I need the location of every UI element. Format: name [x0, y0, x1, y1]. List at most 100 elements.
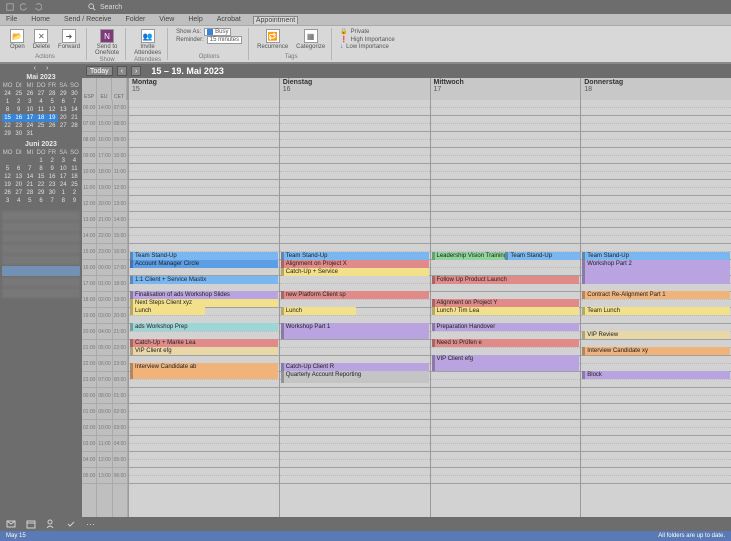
mc-day[interactable]: [47, 130, 58, 138]
mc-day[interactable]: 29: [58, 90, 69, 98]
mc-day[interactable]: 19: [47, 114, 58, 122]
day-col-tue[interactable]: Team Stand-UpAlignment on Project XCatch…: [279, 100, 430, 517]
calendar-folder[interactable]: [2, 277, 80, 287]
mini-calendar-may[interactable]: Mai 2023 MODIMIDOFRSASO24252627282930123…: [0, 72, 82, 139]
today-button[interactable]: Today: [86, 66, 113, 76]
calendar-folder-selected[interactable]: [2, 266, 80, 276]
categorize-button[interactable]: ▦Categorize: [294, 28, 327, 51]
mc-day[interactable]: 7: [24, 165, 35, 173]
mc-day[interactable]: 16: [47, 173, 58, 181]
open-button[interactable]: 📂Open: [8, 28, 27, 51]
mc-day[interactable]: 17: [58, 173, 69, 181]
forward-button[interactable]: ➜Forward: [56, 28, 82, 51]
mc-day[interactable]: 31: [24, 130, 35, 138]
mc-day[interactable]: 22: [35, 181, 46, 189]
people-icon[interactable]: [46, 519, 56, 529]
mc-day[interactable]: 24: [58, 181, 69, 189]
calendar-event[interactable]: Preparation Handover: [432, 323, 580, 331]
mc-day[interactable]: 30: [47, 189, 58, 197]
calendar-event[interactable]: Interview Candidate xy: [582, 347, 730, 355]
mc-day[interactable]: 25: [35, 122, 46, 130]
calendar-event[interactable]: Interview Candidate ab: [130, 363, 278, 379]
mc-day[interactable]: 21: [24, 181, 35, 189]
calendar-folder[interactable]: [2, 255, 80, 265]
mc-day[interactable]: 5: [2, 165, 13, 173]
mc-day[interactable]: 27: [35, 90, 46, 98]
calendar-icon[interactable]: [26, 519, 36, 529]
mc-day[interactable]: 25: [69, 181, 80, 189]
mc-day[interactable]: 2: [69, 189, 80, 197]
calendar-event[interactable]: Contract Re-Alignment Part 1: [582, 291, 730, 299]
mini-calendar-june[interactable]: Juni 2023 MODIMIDOFRSASO1234567891011121…: [0, 139, 82, 206]
day-col-wed[interactable]: Leadership Vision TrainingTeam Stand-UpF…: [430, 100, 581, 517]
mc-day[interactable]: 9: [69, 197, 80, 205]
mc-day[interactable]: 16: [13, 114, 24, 122]
mc-day[interactable]: 9: [47, 165, 58, 173]
mc-day[interactable]: 28: [69, 122, 80, 130]
calendar-event[interactable]: Account Manager Circle: [130, 260, 278, 268]
calendar-event[interactable]: Team Stand-Up: [505, 252, 580, 260]
calendar-folder[interactable]: [2, 222, 80, 232]
mc-day[interactable]: 5: [47, 98, 58, 106]
mc-day[interactable]: 27: [13, 189, 24, 197]
mc-day[interactable]: 8: [35, 165, 46, 173]
calendar-event[interactable]: VIP Client efg: [432, 355, 580, 371]
mc-day[interactable]: 2: [47, 157, 58, 165]
calendar-event[interactable]: ads Workshop Prep: [130, 323, 278, 331]
calendar-event[interactable]: Team Stand-Up: [281, 252, 429, 260]
mc-day[interactable]: [58, 130, 69, 138]
mc-day[interactable]: 8: [58, 197, 69, 205]
mc-day[interactable]: 7: [69, 98, 80, 106]
mc-day[interactable]: 23: [13, 122, 24, 130]
tab-view[interactable]: View: [157, 16, 176, 23]
mc-day[interactable]: 3: [58, 157, 69, 165]
mc-day[interactable]: 3: [24, 98, 35, 106]
calendar-event[interactable]: new Platform Client sp: [281, 291, 429, 299]
mc-day[interactable]: 29: [2, 130, 13, 138]
calendar-event[interactable]: Alignment on Project Y: [432, 299, 580, 307]
mc-day[interactable]: 24: [24, 122, 35, 130]
reminder-select[interactable]: 15 minutes: [207, 36, 242, 44]
calendar-event[interactable]: Workshop Part 2: [582, 260, 730, 284]
tab-acrobat[interactable]: Acrobat: [215, 16, 243, 23]
calendar-event[interactable]: Team Stand-Up: [582, 252, 730, 260]
calendar-folder[interactable]: [2, 288, 80, 298]
calendar-event[interactable]: Finalisation of ads Workshop Slides: [130, 291, 278, 299]
calendar-event[interactable]: Block: [582, 371, 730, 379]
mc-day[interactable]: 15: [35, 173, 46, 181]
mc-day[interactable]: 6: [13, 165, 24, 173]
mc-day[interactable]: [35, 130, 46, 138]
mc-day[interactable]: [2, 157, 13, 165]
calendar-event[interactable]: VIP Client efg: [130, 347, 278, 355]
tab-appointment[interactable]: Appointment: [253, 16, 298, 24]
tab-home[interactable]: Home: [29, 16, 52, 23]
mc-day[interactable]: 2: [13, 98, 24, 106]
mc-day[interactable]: 13: [13, 173, 24, 181]
calendar-event[interactable]: 1:1 Client + Service Mastix: [130, 276, 278, 284]
mc-day[interactable]: 6: [35, 197, 46, 205]
calendar-event[interactable]: Team Lunch: [582, 307, 730, 315]
mc-day[interactable]: 20: [13, 181, 24, 189]
more-icon[interactable]: ⋯: [86, 519, 96, 529]
prev-month-icon[interactable]: ‹: [34, 65, 36, 72]
save-icon[interactable]: [6, 3, 14, 11]
mc-day[interactable]: 25: [13, 90, 24, 98]
tasks-icon[interactable]: [66, 519, 76, 529]
mc-day[interactable]: 11: [69, 165, 80, 173]
mc-day[interactable]: 14: [24, 173, 35, 181]
mc-day[interactable]: 26: [2, 189, 13, 197]
mc-day[interactable]: 3: [2, 197, 13, 205]
calendar-folder[interactable]: [2, 244, 80, 254]
mc-day[interactable]: 17: [24, 114, 35, 122]
tab-send-receive[interactable]: Send / Receive: [62, 16, 113, 23]
mc-day[interactable]: 5: [24, 197, 35, 205]
calendar-event[interactable]: Quarterly Account Reporting: [281, 371, 429, 383]
day-header-thu[interactable]: Donnerstag 18: [580, 78, 731, 100]
mc-day[interactable]: 26: [24, 90, 35, 98]
delete-button[interactable]: ✕Delete: [31, 28, 52, 51]
day-col-mon[interactable]: Team Stand-UpAccount Manager Circle 1:1 C…: [128, 100, 279, 517]
mc-day[interactable]: 4: [69, 157, 80, 165]
calendar-event[interactable]: Team Stand-Up: [130, 252, 278, 260]
mc-day[interactable]: 20: [58, 114, 69, 122]
mail-icon[interactable]: [6, 519, 16, 529]
